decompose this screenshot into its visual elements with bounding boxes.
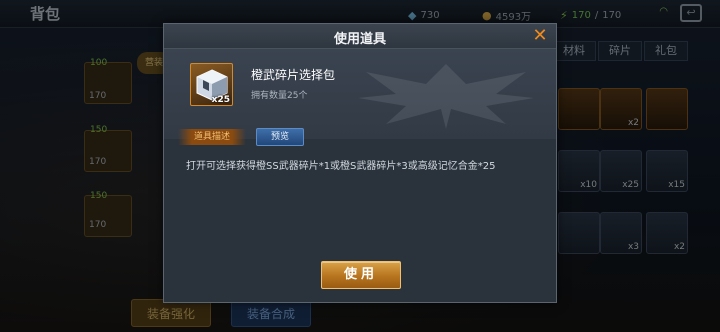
close-button[interactable]: ✕	[530, 26, 550, 46]
owned-quantity: 拥有数量25个	[251, 91, 308, 101]
item-icon-slot: x25	[190, 63, 233, 106]
dialog-header: 使用道具 ✕	[164, 24, 556, 49]
eagle-emblem-icon	[358, 64, 534, 129]
item-description-text: 打开可选择获得橙SS武器碎片*1或橙S武器碎片*3或高级记忆合金*25	[186, 161, 496, 172]
item-count-badge: x25	[211, 95, 230, 105]
dialog-title: 使用道具	[333, 31, 386, 46]
use-item-dialog: 使用道具 ✕ x25 橙武碎片选择包 拥有数量25个 道具描述 预览 打开可选择…	[163, 23, 557, 303]
use-button[interactable]: 使用	[321, 261, 401, 289]
item-description-label: 道具描述	[178, 129, 246, 145]
item-name: 橙武碎片选择包	[251, 68, 336, 82]
preview-button[interactable]: 预览	[256, 128, 304, 146]
